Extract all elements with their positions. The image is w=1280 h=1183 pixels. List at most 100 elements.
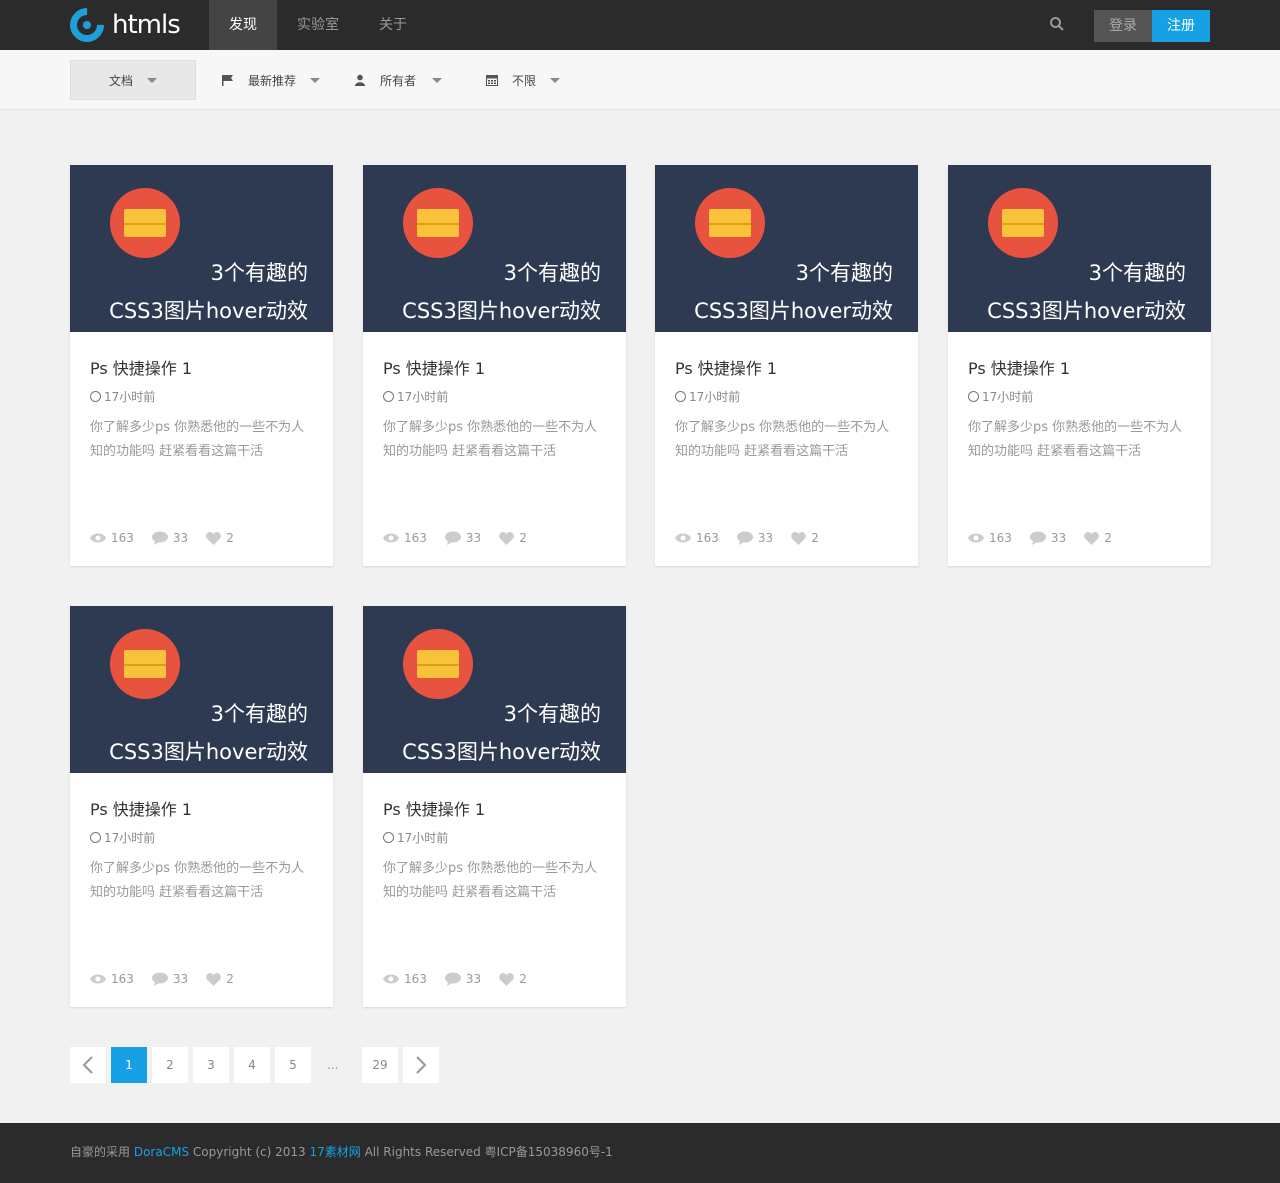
likes-stat[interactable]: 2 xyxy=(499,972,527,986)
comment-icon xyxy=(736,531,753,545)
views-count: 163 xyxy=(404,531,427,545)
filter-sort-dropdown[interactable]: 最新推荐 xyxy=(222,60,321,100)
comments-count: 33 xyxy=(757,531,774,545)
comments-stat: 33 xyxy=(151,531,188,545)
mail-badge xyxy=(110,188,180,258)
pagination-page-1[interactable]: 1 xyxy=(111,1047,147,1083)
comments-stat: 33 xyxy=(1029,531,1066,545)
clock-icon xyxy=(90,832,101,843)
likes-stat[interactable]: 2 xyxy=(206,972,234,986)
thumbnail-caption-line1: 3个有趣的 xyxy=(1088,261,1186,285)
likes-stat[interactable]: 2 xyxy=(791,531,819,545)
mail-badge xyxy=(403,188,473,258)
article-stats: 163 33 2 xyxy=(90,972,252,986)
filter-owner-dropdown[interactable]: 所有者 xyxy=(354,60,443,100)
article-thumbnail[interactable]: 3个有趣的 CSS3图片hover动效 xyxy=(948,165,1211,332)
nav-item-discover[interactable]: 发现 xyxy=(209,0,277,50)
article-time-text: 17小时前 xyxy=(104,390,156,404)
article-card[interactable]: 3个有趣的 CSS3图片hover动效 Ps 快捷操作 1 17小时前 你了解多… xyxy=(70,165,333,566)
article-time: 17小时前 xyxy=(383,388,448,405)
article-title[interactable]: Ps 快捷操作 1 xyxy=(675,355,777,379)
thumbnail-caption-line1: 3个有趣的 xyxy=(795,261,893,285)
article-stats: 163 33 2 xyxy=(968,531,1130,545)
likes-count: 2 xyxy=(226,531,234,545)
article-thumbnail[interactable]: 3个有趣的 CSS3图片hover动效 xyxy=(363,165,626,332)
eye-icon xyxy=(675,533,691,543)
thumbnail-caption-line2: CSS3图片hover动效 xyxy=(402,740,601,764)
thumbnail-caption-line2: CSS3图片hover动效 xyxy=(987,299,1186,323)
pagination-page-last[interactable]: 29 xyxy=(362,1047,398,1083)
article-card[interactable]: 3个有趣的 CSS3图片hover动效 Ps 快捷操作 1 17小时前 你了解多… xyxy=(70,606,333,1007)
pagination-page-4[interactable]: 4 xyxy=(234,1047,270,1083)
likes-stat[interactable]: 2 xyxy=(206,531,234,545)
comments-stat: 33 xyxy=(151,972,189,986)
envelope-icon xyxy=(709,209,751,237)
clock-icon xyxy=(383,832,394,843)
filter-date-dropdown[interactable]: 不限 xyxy=(486,60,561,100)
login-button[interactable]: 登录 xyxy=(1094,10,1152,42)
pagination-page-2[interactable]: 2 xyxy=(152,1047,188,1083)
article-stats: 163 33 2 xyxy=(675,531,837,545)
likes-stat[interactable]: 2 xyxy=(1084,531,1112,545)
article-thumbnail[interactable]: 3个有趣的 CSS3图片hover动效 xyxy=(363,606,626,773)
likes-count: 2 xyxy=(519,531,527,545)
comments-count: 33 xyxy=(172,972,189,986)
nav-item-lab[interactable]: 实验室 xyxy=(277,0,359,50)
pagination-page-5[interactable]: 5 xyxy=(275,1047,311,1083)
article-title[interactable]: Ps 快捷操作 1 xyxy=(383,355,485,379)
comments-count: 33 xyxy=(465,531,482,545)
mail-badge xyxy=(403,629,473,699)
footer-site-link[interactable]: 17素材网 xyxy=(309,1145,360,1159)
article-thumbnail[interactable]: 3个有趣的 CSS3图片hover动效 xyxy=(70,606,333,773)
comment-icon xyxy=(444,972,461,986)
filter-type-label: 文档 xyxy=(108,73,133,88)
article-card[interactable]: 3个有趣的 CSS3图片hover动效 Ps 快捷操作 1 17小时前 你了解多… xyxy=(363,165,626,566)
article-time: 17小时前 xyxy=(90,829,155,846)
thumbnail-caption-line1: 3个有趣的 xyxy=(503,261,601,285)
comment-icon xyxy=(444,531,461,545)
register-button[interactable]: 注册 xyxy=(1152,10,1210,42)
comments-stat: 33 xyxy=(736,531,774,545)
envelope-icon xyxy=(1002,209,1044,237)
search-icon[interactable] xyxy=(1049,16,1065,32)
views-stat: 163 xyxy=(675,531,719,545)
article-description: 你了解多少ps 你熟悉他的一些不为人知的功能吗 赶紧看看这篇干活 xyxy=(90,420,305,459)
article-card[interactable]: 3个有趣的 CSS3图片hover动效 Ps 快捷操作 1 17小时前 你了解多… xyxy=(363,606,626,1007)
comment-icon xyxy=(151,531,168,545)
pagination-next-button[interactable] xyxy=(403,1047,439,1083)
article-title[interactable]: Ps 快捷操作 1 xyxy=(968,355,1070,379)
comment-icon xyxy=(1029,531,1046,545)
nav-item-about[interactable]: 关于 xyxy=(359,0,427,50)
eye-icon xyxy=(383,533,399,543)
pagination-prev-button[interactable] xyxy=(70,1047,106,1083)
article-stats: 163 33 2 xyxy=(383,531,545,545)
site-logo[interactable]: htmls xyxy=(62,0,181,50)
article-title[interactable]: Ps 快捷操作 1 xyxy=(383,796,485,820)
mail-badge xyxy=(110,629,180,699)
chevron-left-icon xyxy=(82,1056,93,1074)
article-thumbnail[interactable]: 3个有趣的 CSS3图片hover动效 xyxy=(70,165,333,332)
thumbnail-caption-line2: CSS3图片hover动效 xyxy=(109,740,308,764)
clock-icon xyxy=(383,391,394,402)
footer-copyright: 自豪的采用 DoraCMS Copyright (c) 2013 17素材网 A… xyxy=(70,1143,613,1160)
pagination-page-3[interactable]: 3 xyxy=(193,1047,229,1083)
article-card[interactable]: 3个有趣的 CSS3图片hover动效 Ps 快捷操作 1 17小时前 你了解多… xyxy=(655,165,918,566)
views-count: 163 xyxy=(111,972,134,986)
chevron-down-icon xyxy=(550,77,561,83)
chevron-down-icon xyxy=(310,77,321,83)
article-description: 你了解多少ps 你熟悉他的一些不为人知的功能吗 赶紧看看这篇干活 xyxy=(383,420,598,459)
filter-type-dropdown[interactable]: 文档 xyxy=(70,60,196,100)
likes-stat[interactable]: 2 xyxy=(499,531,527,545)
thumbnail-caption-line2: CSS3图片hover动效 xyxy=(402,299,601,323)
article-time-text: 17小时前 xyxy=(982,390,1034,404)
article-thumbnail[interactable]: 3个有趣的 CSS3图片hover动效 xyxy=(655,165,918,332)
flag-icon xyxy=(222,75,233,86)
envelope-icon xyxy=(417,650,459,678)
filter-bar: 文档 最新推荐 所有者 不限 xyxy=(0,50,1280,110)
top-navbar: htmls 发现 实验室 关于 登录 注册 xyxy=(0,0,1280,50)
article-title[interactable]: Ps 快捷操作 1 xyxy=(90,796,192,820)
footer-cms-link[interactable]: DoraCMS xyxy=(134,1145,189,1159)
article-title[interactable]: Ps 快捷操作 1 xyxy=(90,355,192,379)
eye-icon xyxy=(90,533,106,543)
article-card[interactable]: 3个有趣的 CSS3图片hover动效 Ps 快捷操作 1 17小时前 你了解多… xyxy=(948,165,1211,566)
